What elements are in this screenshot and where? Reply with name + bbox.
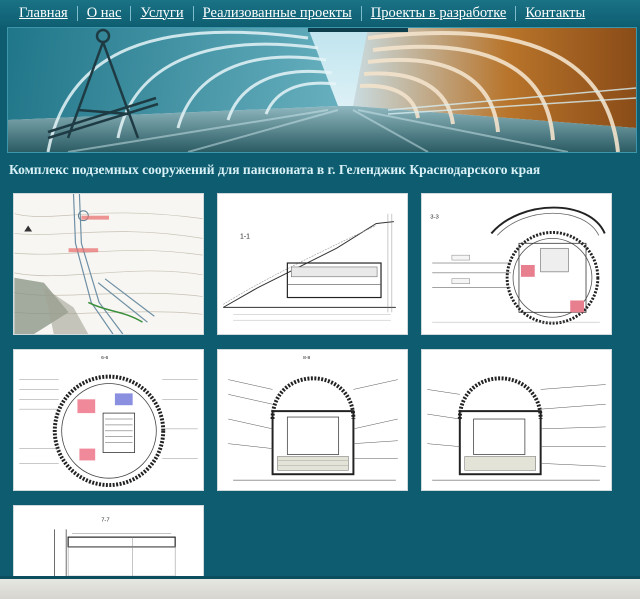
gallery-thumb-section-1-1[interactable]: 1-1 <box>217 193 408 335</box>
nav-completed-projects[interactable]: Реализованные проекты <box>194 5 361 22</box>
thumb-caption: 3-3 <box>430 215 439 221</box>
header-banner <box>7 27 637 153</box>
page-title: Комплекс подземных сооружений для пансио… <box>9 162 541 177</box>
thumb-caption: 8-8 <box>303 355 310 361</box>
thumb-caption: 1-1 <box>240 233 250 240</box>
gallery-thumb-section-6-6[interactable]: 6-6 <box>13 349 204 491</box>
gallery-thumb-section-3-3[interactable]: 3-3 <box>421 193 612 335</box>
nav-contacts[interactable]: Контакты <box>516 5 594 22</box>
nav-projects-in-development[interactable]: Проекты в разработке <box>362 5 516 22</box>
thumb-caption: 6-6 <box>101 355 108 361</box>
nav-home[interactable]: Главная <box>10 5 77 22</box>
top-navigation: Главная О нас Услуги Реализованные проек… <box>0 0 640 26</box>
gallery-thumb-section-7-7[interactable]: 7-7 <box>13 505 204 579</box>
nav-about[interactable]: О нас <box>78 5 131 22</box>
footer-strip <box>0 579 640 599</box>
thumb-caption: 7-7 <box>101 518 109 524</box>
gallery-thumb-site-plan[interactable] <box>13 193 204 335</box>
nav-services[interactable]: Услуги <box>131 5 192 22</box>
gallery-thumb-section-8-8-alt[interactable] <box>421 349 612 491</box>
gallery-thumb-section-8-8[interactable]: 8-8 <box>217 349 408 491</box>
